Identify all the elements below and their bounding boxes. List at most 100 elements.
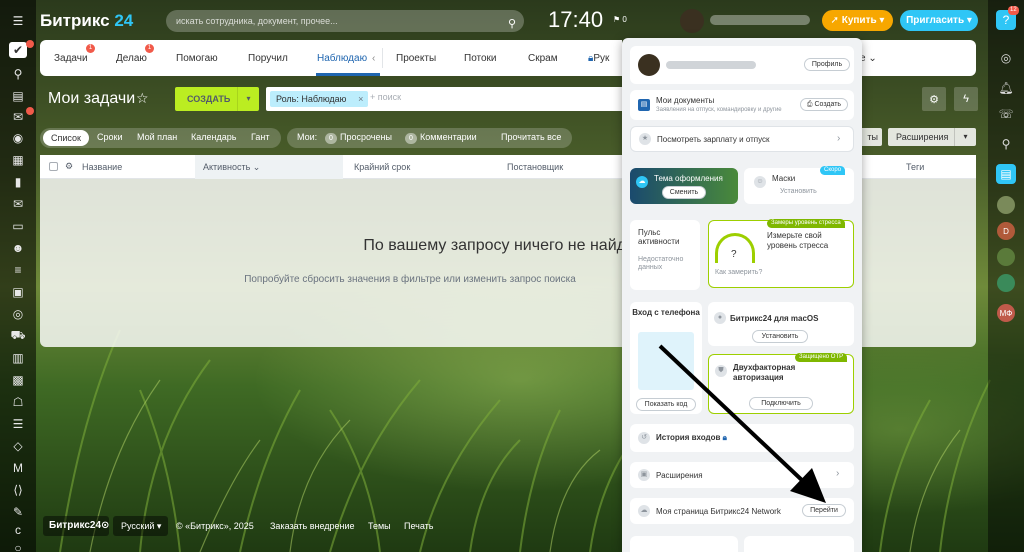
- macos-card[interactable]: ● Битрикс24 для macOS Установить: [708, 302, 854, 346]
- view-my-plan[interactable]: Мой план: [137, 132, 177, 142]
- profile-card[interactable]: Профиль: [630, 46, 854, 84]
- macos-install-button[interactable]: Установить: [752, 330, 808, 343]
- contact-avatar-3[interactable]: [997, 274, 1015, 292]
- robot-icon[interactable]: ☖: [9, 394, 27, 410]
- groups-icon[interactable]: ☻: [9, 240, 27, 256]
- contacts-icon[interactable]: ▩: [9, 372, 27, 388]
- global-search-input[interactable]: искать сотрудника, документ, прочее... ⚲: [166, 10, 524, 32]
- chat-icon[interactable]: ✉: [9, 109, 27, 125]
- documents-create-button[interactable]: ⎙ Создать: [800, 98, 848, 111]
- chip-close-icon[interactable]: ×: [358, 91, 363, 107]
- filter-icon[interactable]: ≡: [9, 262, 27, 278]
- database-icon[interactable]: ☰: [9, 416, 27, 432]
- filter-chip-role[interactable]: Роль: Наблюдаю ×: [270, 91, 369, 107]
- tab-watching[interactable]: Наблюдаю: [317, 53, 367, 64]
- filter-search[interactable]: Роль: Наблюдаю × + поиск: [266, 87, 624, 111]
- tab-assigned[interactable]: Поручил: [248, 53, 288, 64]
- masks-card[interactable]: Скоро ☺ Маски Установить: [744, 166, 854, 204]
- view-list[interactable]: Список: [43, 130, 89, 146]
- telephony-icon[interactable]: ☏: [996, 104, 1016, 124]
- tasks-icon[interactable]: ✔: [9, 42, 27, 58]
- counter-comments[interactable]: 0 Комментарии: [405, 132, 477, 144]
- tab-doing[interactable]: Делаю: [116, 53, 147, 64]
- profile-avatar[interactable]: [638, 54, 660, 76]
- footer-print-link[interactable]: Печать: [404, 521, 433, 531]
- view-deadlines[interactable]: Сроки: [97, 132, 122, 142]
- grid-settings-icon[interactable]: ⚙: [65, 161, 73, 172]
- analytics-icon[interactable]: ▥: [9, 350, 27, 366]
- tab-projects[interactable]: Проекты: [396, 53, 436, 64]
- shop-icon[interactable]: ⛟: [9, 328, 27, 344]
- search-icon[interactable]: ⚲: [508, 13, 516, 35]
- buy-button[interactable]: ➚ Купить ▾: [822, 10, 893, 31]
- booking-icon[interactable]: ▣: [9, 284, 27, 300]
- tab-scrum[interactable]: Скрам: [528, 53, 558, 64]
- stress-how-link[interactable]: Как замерить?: [715, 269, 762, 276]
- masks-install-button[interactable]: Установить: [780, 188, 817, 195]
- extensions-button[interactable]: Расширения ▾: [888, 128, 976, 146]
- col-name[interactable]: Название: [82, 162, 122, 172]
- login-history-card[interactable]: ↺ История входов 🔒︎: [630, 424, 854, 452]
- view-gantt[interactable]: Гант: [251, 132, 269, 142]
- counter-overdue[interactable]: 0 Просрочены: [325, 132, 392, 144]
- network-go-button[interactable]: Перейти: [802, 504, 846, 517]
- footer-themes-link[interactable]: Темы: [368, 521, 391, 531]
- document-icon[interactable]: ▮: [9, 174, 27, 190]
- bottom-card-left[interactable]: [630, 536, 738, 552]
- col-deadline[interactable]: Крайний срок: [354, 162, 410, 172]
- inbox-icon[interactable]: ▭: [9, 218, 27, 234]
- messenger-icon[interactable]: ▤: [996, 164, 1016, 184]
- app-logo[interactable]: Битрикс 24: [40, 11, 133, 31]
- footer-logo[interactable]: Битрикс24⊙: [43, 516, 109, 536]
- notifications-icon[interactable]: 🔔︎: [996, 78, 1016, 98]
- contact-avatar-d[interactable]: D: [997, 222, 1015, 240]
- view-calendar[interactable]: Календарь: [191, 132, 236, 142]
- col-activity[interactable]: Активность ⌄: [203, 162, 260, 173]
- calendar-icon[interactable]: ▦: [9, 152, 27, 168]
- show-code-button[interactable]: Показать код: [636, 398, 696, 411]
- footer-order-link[interactable]: Заказать внедрение: [270, 521, 355, 531]
- automation-button[interactable]: ϟ: [954, 87, 978, 111]
- filter-search-input[interactable]: + поиск: [370, 92, 401, 102]
- tab-flows[interactable]: Потоки: [464, 53, 497, 64]
- network-card[interactable]: ☁ Моя страница Битрикс24 Network Перейти: [630, 498, 854, 524]
- phone-login-card[interactable]: Вход с телефона Показать код: [630, 302, 702, 414]
- contact-avatar-mf[interactable]: МФ: [997, 304, 1015, 322]
- mail-icon[interactable]: ✉: [9, 196, 27, 212]
- letter-c-icon[interactable]: с: [9, 522, 27, 538]
- stress-card[interactable]: Замеры уровень стресса ? Измерьте свой у…: [708, 219, 854, 288]
- my-documents-card[interactable]: ▤ Мои документы Заявления на отпуск, ком…: [630, 90, 854, 120]
- language-select[interactable]: Русский ▾: [113, 516, 168, 536]
- copilot-icon[interactable]: ◎: [996, 48, 1016, 68]
- read-all-button[interactable]: Прочитать все: [501, 132, 561, 142]
- create-dropdown-icon[interactable]: ▾: [237, 87, 259, 111]
- tab-management[interactable]: 🔒︎Рук: [588, 53, 609, 64]
- pulse-card[interactable]: Пульс активности Недостаточно данных: [630, 220, 700, 290]
- col-creator[interactable]: Постановщик: [507, 162, 563, 172]
- target-icon[interactable]: ◉: [9, 130, 27, 146]
- extensions-card[interactable]: ▣ Расширения ›: [630, 462, 854, 488]
- tab-helping[interactable]: Помогаю: [176, 53, 218, 64]
- theme-change-button[interactable]: Сменить: [662, 186, 706, 199]
- right-search-icon[interactable]: ⚲: [996, 134, 1016, 154]
- user-name-blurred[interactable]: [710, 15, 810, 25]
- menu-icon[interactable]: ☰: [9, 13, 27, 29]
- feed-icon[interactable]: ⚲: [9, 66, 27, 82]
- bottom-card-right[interactable]: [744, 536, 854, 552]
- profile-button[interactable]: Профиль: [804, 58, 850, 71]
- col-tags[interactable]: Теги: [906, 162, 924, 172]
- salary-card[interactable]: ★ Посмотреть зарплату и отпуск ›: [630, 126, 854, 152]
- favorite-star-icon[interactable]: ☆: [136, 90, 149, 107]
- clock[interactable]: 17:40: [548, 7, 603, 33]
- pen-icon[interactable]: ✎: [9, 504, 27, 520]
- more-icon[interactable]: ○: [9, 540, 27, 552]
- tab-tasks[interactable]: Задачи: [54, 53, 88, 64]
- nav-scroll-left-icon[interactable]: ‹: [372, 53, 375, 64]
- sites-icon[interactable]: ◇: [9, 438, 27, 454]
- marketing-icon[interactable]: ◎: [9, 306, 27, 322]
- contact-avatar-1[interactable]: [997, 196, 1015, 214]
- code-icon[interactable]: ⟨⟩: [9, 482, 27, 498]
- extensions-dropdown-icon[interactable]: ▾: [954, 128, 976, 146]
- invite-button[interactable]: Пригласить ▾: [900, 10, 978, 31]
- tab-more-tail[interactable]: е ⌄: [860, 53, 877, 64]
